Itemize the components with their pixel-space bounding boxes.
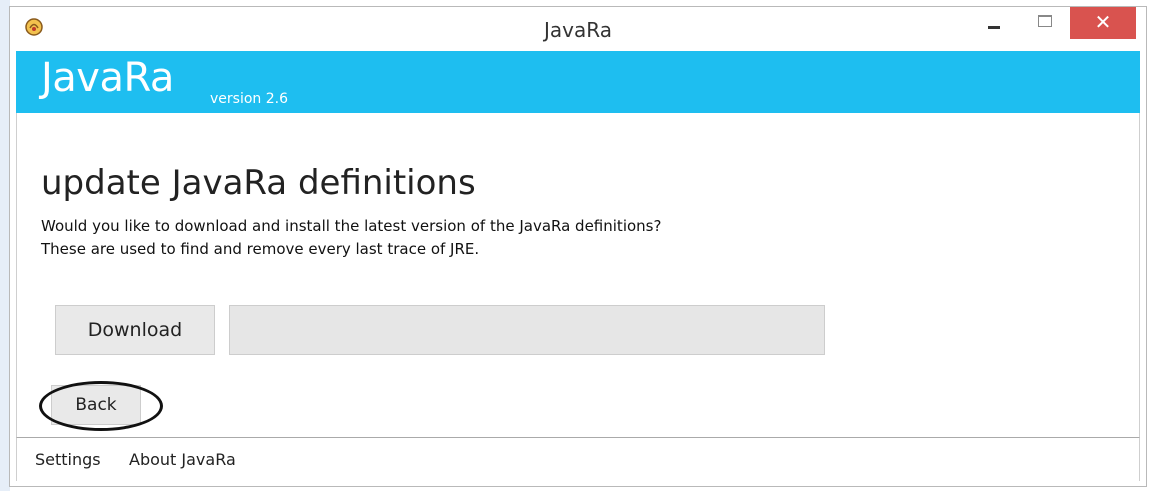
about-link[interactable]: About JavaRa [129, 450, 236, 469]
settings-link[interactable]: Settings [35, 450, 101, 469]
close-button[interactable]: ✕ [1070, 7, 1136, 39]
description: Would you like to download and install t… [41, 215, 661, 261]
banner-app-name: JavaRa [41, 55, 174, 101]
page-title: update JavaRa definitions [41, 163, 476, 203]
title-bar: JavaRa ✕ [10, 7, 1146, 51]
back-button[interactable]: Back [51, 385, 141, 425]
banner-version: version 2.6 [210, 91, 288, 107]
app-window: JavaRa ✕ JavaRa version 2.6 update JavaR… [9, 6, 1147, 487]
window-title: JavaRa [544, 18, 612, 42]
download-button[interactable]: Download [55, 305, 215, 355]
description-line-1: Would you like to download and install t… [41, 217, 662, 235]
footer-bar: Settings About JavaRa [16, 437, 1140, 481]
minimize-button[interactable] [982, 7, 1010, 37]
description-line-2: These are used to find and remove every … [41, 240, 480, 258]
main-content: update JavaRa definitions Would you like… [16, 113, 1140, 437]
app-banner: JavaRa version 2.6 [16, 51, 1140, 113]
maximize-button[interactable] [1030, 7, 1060, 37]
close-icon: ✕ [1094, 10, 1112, 34]
download-progress-bar [229, 305, 825, 355]
